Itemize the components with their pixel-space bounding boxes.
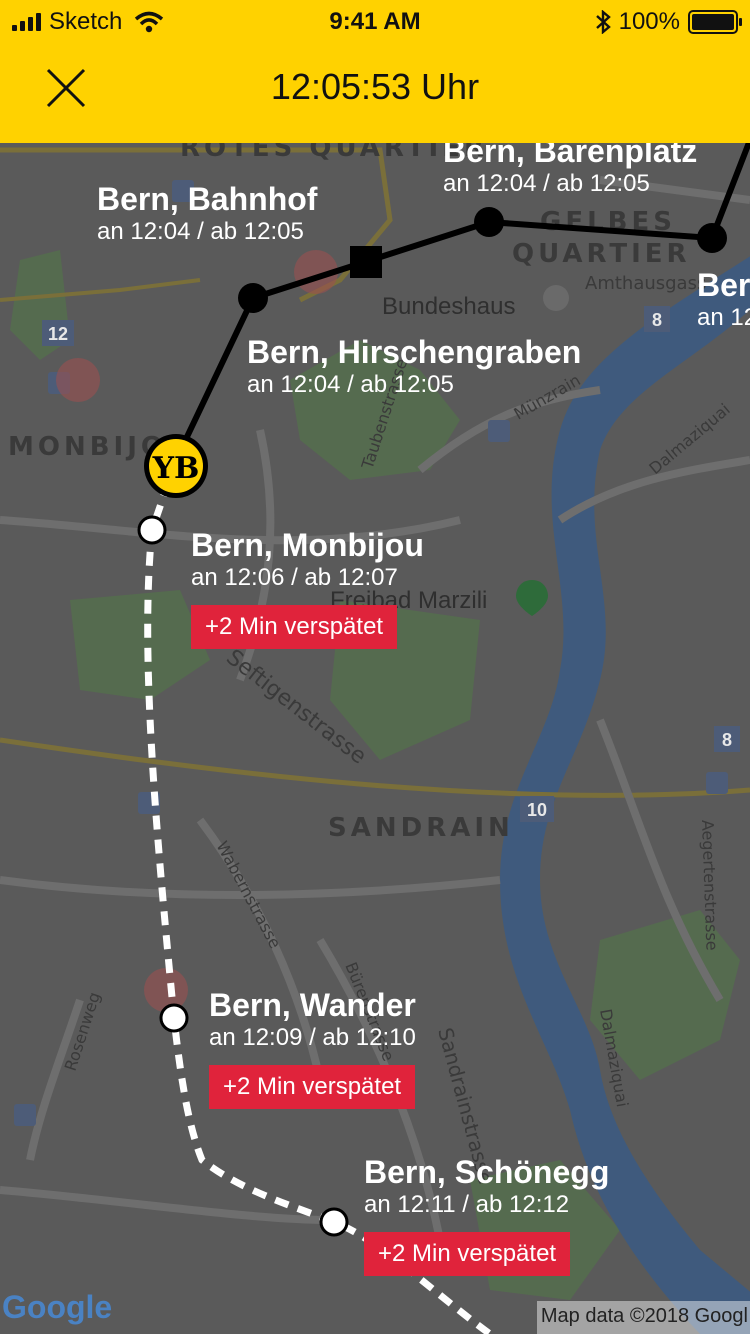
bus-stop-icon bbox=[14, 1104, 36, 1126]
stop-marker-bahnhof[interactable] bbox=[350, 246, 382, 278]
transit-hub-marker bbox=[56, 358, 100, 402]
stop-label-bahnhof[interactable]: Bern, Bahnhof an 12:04 / ab 12:05 bbox=[97, 181, 317, 247]
stop-label-schoenegg[interactable]: Bern, Schönegg an 12:11 / ab 12:12 +2 Mi… bbox=[364, 1154, 609, 1276]
stop-marker-upcoming[interactable] bbox=[319, 1207, 349, 1237]
stop-label-hirschengraben[interactable]: Bern, Hirschengraben an 12:04 / ab 12:05 bbox=[247, 334, 581, 400]
stop-name: Bern, Wander bbox=[209, 987, 416, 1023]
stop-label-monbijou[interactable]: Bern, Monbijou an 12:06 / ab 12:07 +2 Mi… bbox=[191, 527, 424, 649]
stop-marker-passed[interactable] bbox=[474, 207, 504, 237]
stop-label-bern-partial[interactable]: Bern an 12 bbox=[697, 267, 750, 333]
vehicle-position-logo[interactable]: YB bbox=[144, 434, 208, 498]
team-logo-text: YB bbox=[152, 451, 200, 486]
stop-times: an 12:09 / ab 12:10 bbox=[209, 1024, 416, 1051]
map-view[interactable]: ROTES QUARTIER GELBES QUARTIER MONBIJOU … bbox=[0, 133, 750, 1334]
status-right: 100% bbox=[595, 8, 742, 36]
stop-times: an 12:04 / ab 12:05 bbox=[247, 371, 454, 398]
page-title: 12:05:53 Uhr bbox=[270, 66, 480, 107]
stop-name: Bern bbox=[697, 267, 750, 303]
stop-name: Bern, Monbijou bbox=[191, 527, 424, 563]
delay-badge: +2 Min verspätet bbox=[209, 1065, 416, 1109]
stop-name: Bern, Bahnhof bbox=[97, 181, 318, 217]
stop-marker-passed[interactable] bbox=[238, 283, 268, 313]
delay-badge: +2 Min verspätet bbox=[364, 1232, 571, 1276]
battery-percentage: 100% bbox=[618, 8, 680, 35]
tram-line-badge-label: 12 bbox=[48, 324, 68, 344]
landmark-icon bbox=[543, 285, 569, 311]
stop-marker-upcoming[interactable] bbox=[137, 515, 167, 545]
stop-times: an 12:04 / ab 12:05 bbox=[97, 218, 304, 245]
district-label-rotes-quartier: ROTES QUARTIER bbox=[180, 143, 488, 163]
status-bar: Sketch 9:41 AM 100% bbox=[0, 0, 750, 40]
park-pin-icon bbox=[516, 580, 548, 616]
tram-line-badge-label: 10 bbox=[527, 800, 547, 820]
stop-times: an 12:06 / ab 12:07 bbox=[191, 564, 398, 591]
stop-times: an 12:04 / ab 12:05 bbox=[443, 170, 650, 197]
map-attribution[interactable]: Map data ©2018 Googl bbox=[536, 1301, 750, 1334]
street-label-amthausgasse: Amthausgass bbox=[585, 273, 706, 294]
poi-label-bundeshaus: Bundeshaus bbox=[382, 293, 515, 320]
google-logo: Google bbox=[2, 1289, 113, 1325]
stop-times: an 12 bbox=[697, 304, 750, 331]
district-label-sandrain: SANDRAIN bbox=[328, 813, 514, 843]
district-label-quartier: QUARTIER bbox=[512, 239, 691, 269]
bus-stop-icon bbox=[706, 772, 728, 794]
stop-marker-passed[interactable] bbox=[697, 223, 727, 253]
transit-hub-marker bbox=[144, 968, 188, 1012]
stop-marker-upcoming[interactable] bbox=[159, 1003, 189, 1033]
stop-name: Bern, Schönegg bbox=[364, 1154, 610, 1190]
stop-name: Bern, Hirschengraben bbox=[247, 334, 582, 370]
battery-icon bbox=[688, 10, 742, 34]
top-bar: Sketch 9:41 AM 100% 12:05:53 Uhr bbox=[0, 0, 750, 143]
delay-badge: +2 Min verspätet bbox=[191, 605, 398, 649]
stop-label-wander[interactable]: Bern, Wander an 12:09 / ab 12:10 +2 Min … bbox=[209, 987, 416, 1109]
tram-line-badge-label: 8 bbox=[652, 310, 662, 330]
bluetooth-icon bbox=[595, 10, 611, 34]
tram-line-badge-label: 8 bbox=[722, 730, 732, 750]
bus-stop-icon bbox=[488, 420, 510, 442]
stop-times: an 12:11 / ab 12:12 bbox=[364, 1191, 570, 1218]
